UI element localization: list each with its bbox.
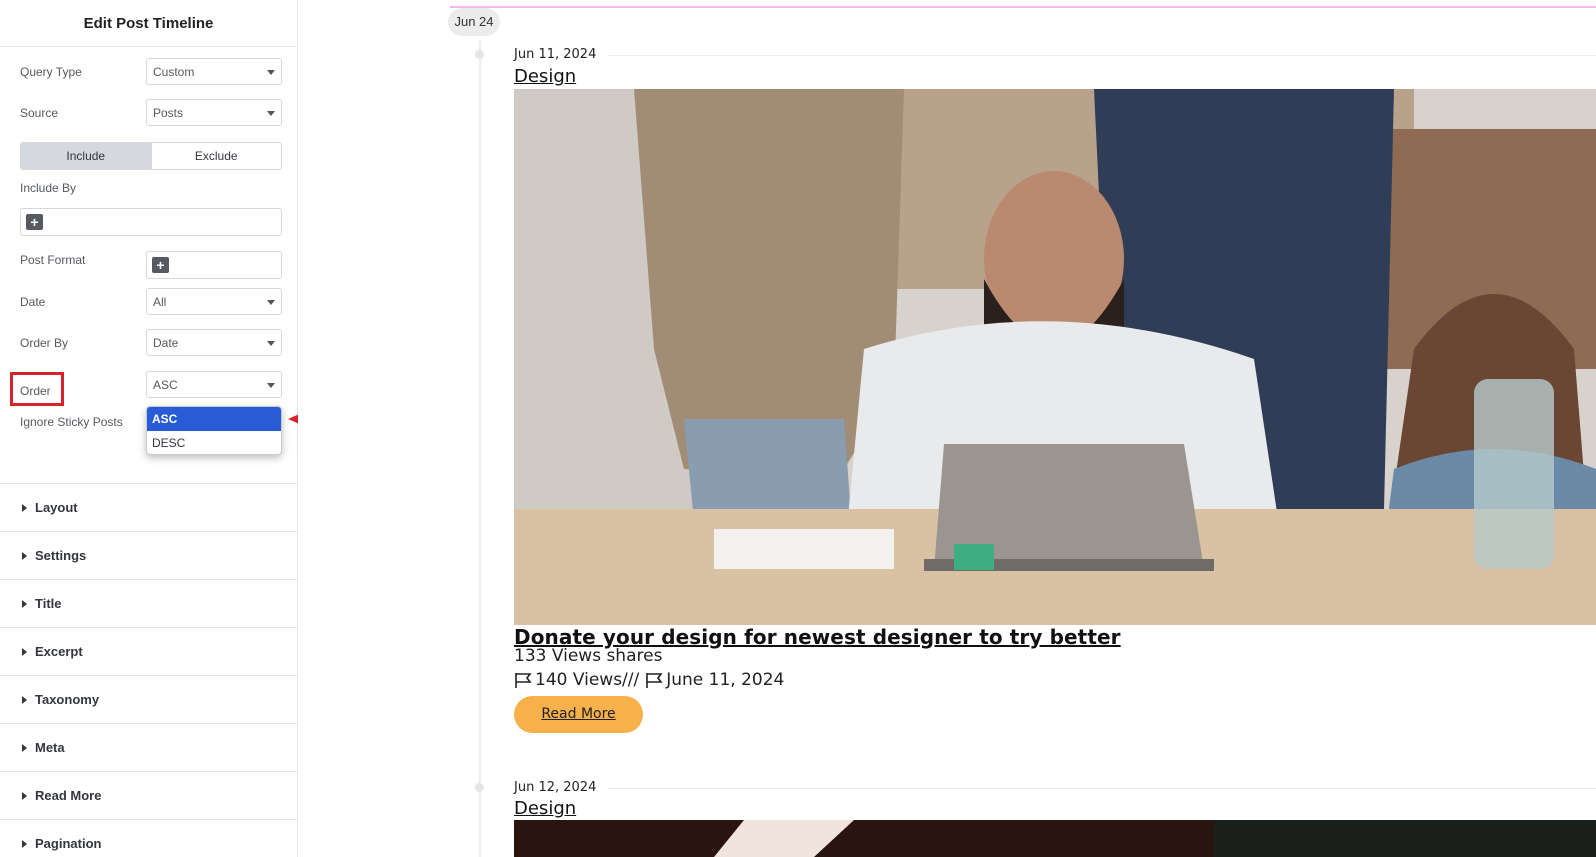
post-format-label: Post Format [20,253,86,267]
section-label: Pagination [35,836,102,851]
date-label: Date [20,295,46,309]
caret-right-icon [22,599,27,608]
caret-right-icon [22,695,27,704]
section-taxonomy[interactable]: Taxonomy [0,675,298,723]
section-list: Layout Settings Title Excerpt Taxonomy M… [0,483,298,857]
section-label: Read More [35,788,102,803]
include-exclude-toggle: Include Exclude [20,142,282,170]
caret-down-icon [267,383,275,388]
panel-title: Edit Post Timeline [83,14,214,32]
section-layout[interactable]: Layout [0,483,298,531]
post-date: Jun 11, 2024 [514,47,597,62]
dark-photo-illustration [514,820,1596,857]
order-highlight-box [10,372,64,406]
caret-down-icon [267,300,275,305]
plus-icon[interactable]: + [26,214,43,230]
editor-panel: Edit Post Timeline Query Type Custom Sou… [0,0,336,857]
section-label: Layout [35,500,78,515]
section-title[interactable]: Title [0,579,298,627]
section-label: Excerpt [35,644,83,659]
order-value: ASC [153,378,178,392]
include-tab[interactable]: Include [21,143,151,169]
order-by-row: Order By Date [0,329,298,357]
section-label: Taxonomy [35,692,100,707]
caret-right-icon [22,791,27,800]
section-pagination[interactable]: Pagination [0,819,298,857]
date-value: All [153,295,167,309]
timeline-dot [475,783,484,792]
source-label: Source [20,106,59,120]
order-by-value: Date [153,336,179,350]
order-option-asc[interactable]: ASC [147,407,281,431]
caret-right-icon [22,647,27,656]
timeline-dot [475,50,484,59]
office-photo-illustration [514,89,1596,625]
caret-right-icon [22,503,27,512]
plus-icon[interactable]: + [152,257,169,273]
query-type-select[interactable]: Custom [146,58,282,85]
app-window: Edit Post Timeline Query Type Custom Sou… [0,0,1596,857]
views-text: 140 Views/// [535,670,640,690]
caret-down-icon [267,70,275,75]
top-accent-line [450,6,1596,8]
caret-down-icon [267,111,275,116]
section-read-more[interactable]: Read More [0,771,298,819]
order-dropdown: ASC DESC [146,406,282,455]
post-date-text: June 11, 2024 [666,670,785,690]
date-select[interactable]: All [146,288,282,315]
query-type-label: Query Type [20,65,82,79]
month-pill: Jun 24 [448,8,500,36]
order-by-select[interactable]: Date [146,329,282,356]
section-meta[interactable]: Meta [0,723,298,771]
post-featured-image[interactable] [514,820,1596,857]
panel-header: Edit Post Timeline [0,0,297,47]
date-rule [608,788,1596,789]
date-row: Date All [0,288,298,316]
include-by-field[interactable]: + [20,208,282,236]
flag-icon [646,672,663,688]
query-type-value: Custom [153,65,195,79]
post-featured-image[interactable] [514,89,1596,625]
category-link[interactable]: Design [514,798,576,819]
section-label: Title [35,596,62,611]
source-value: Posts [153,106,184,120]
caret-right-icon [22,743,27,752]
section-label: Settings [35,548,87,563]
caret-right-icon [22,839,27,848]
source-select[interactable]: Posts [146,99,282,126]
preview-area: Jun 24 Jun 11, 2024 Design Donate your d… [298,0,1596,857]
order-option-desc[interactable]: DESC [147,431,281,454]
section-label: Meta [35,740,65,755]
post-format-field[interactable]: + [146,251,282,279]
section-excerpt[interactable]: Excerpt [0,627,298,675]
read-more-button[interactable]: Read More [514,696,643,733]
date-rule [608,55,1596,56]
include-by-label: Include By [20,181,77,195]
caret-right-icon [22,551,27,560]
post-meta-line: 140 Views/// June 11, 2024 [514,670,784,690]
order-by-label: Order By [20,336,69,350]
post-date: Jun 12, 2024 [514,780,597,795]
source-row: Source Posts [0,99,298,127]
ignore-sticky-label: Ignore Sticky Posts [20,415,123,429]
category-link[interactable]: Design [514,66,576,87]
caret-down-icon [267,341,275,346]
query-type-row: Query Type Custom [0,58,298,86]
timeline-line [479,40,481,857]
flag-icon [515,672,532,688]
exclude-tab[interactable]: Exclude [150,143,282,169]
shares-text: 133 Views shares [514,646,663,666]
section-settings[interactable]: Settings [0,531,298,579]
post-shares-line: 133 Views shares [514,646,662,666]
order-select[interactable]: ASC [146,371,282,398]
